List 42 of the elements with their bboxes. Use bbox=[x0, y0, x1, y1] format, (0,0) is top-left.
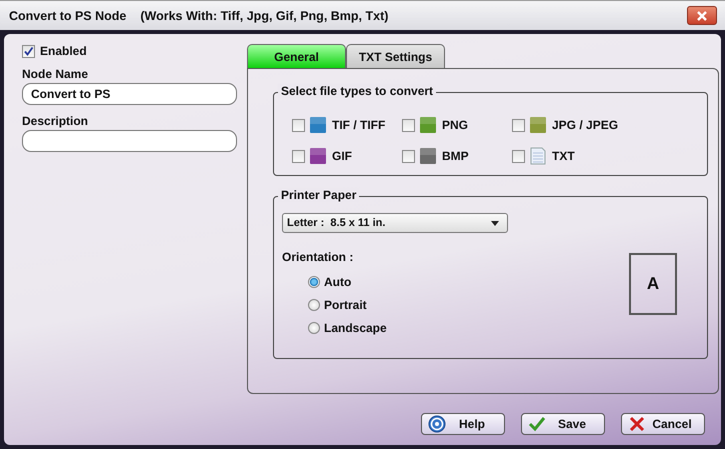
cancel-button[interactable]: Cancel bbox=[621, 413, 705, 435]
radio-button[interactable] bbox=[308, 322, 320, 334]
checkbox[interactable] bbox=[22, 44, 35, 58]
window-subtitle: (Works With: Tiff, Jpg, Gif, Png, Bmp, Txt) bbox=[140, 8, 388, 22]
checkbox[interactable] bbox=[512, 150, 525, 162]
tab[interactable]: General bbox=[247, 44, 346, 68]
checkmark-icon bbox=[528, 415, 546, 433]
page-preview: A bbox=[629, 253, 677, 315]
field-label: Description bbox=[22, 114, 90, 128]
radio-label: Landscape bbox=[324, 321, 387, 335]
save-button[interactable]: Save bbox=[521, 413, 605, 435]
checkbox-label: BMP bbox=[442, 149, 469, 163]
radio-label: Portrait bbox=[324, 298, 367, 312]
field-label: Node Name bbox=[22, 67, 90, 81]
checkbox-label: JPG / JPEG bbox=[552, 118, 618, 132]
group-title: Printer Paper bbox=[278, 188, 360, 202]
orientation-label: Orientation : bbox=[282, 250, 354, 264]
checkbox[interactable] bbox=[402, 150, 415, 162]
radio-button[interactable] bbox=[308, 299, 320, 311]
input-field[interactable] bbox=[22, 130, 237, 152]
close-button[interactable] bbox=[687, 6, 717, 25]
checkbox[interactable] bbox=[292, 118, 305, 132]
checkbox-label: TXT bbox=[552, 149, 575, 163]
caret-icon bbox=[491, 220, 499, 226]
checkbox-label: Enabled bbox=[40, 44, 87, 58]
help-button[interactable]: Help bbox=[421, 413, 505, 435]
checkbox[interactable] bbox=[292, 150, 305, 162]
group-title: Select file types to convert bbox=[278, 84, 436, 98]
checkbox-label: TIF / TIFF bbox=[332, 118, 386, 132]
window-title: Convert to PS Node bbox=[9, 8, 126, 22]
checkbox[interactable] bbox=[402, 118, 415, 132]
checkbox-label: PNG bbox=[442, 118, 468, 132]
radio-label: Auto bbox=[324, 275, 352, 289]
radio-button[interactable] bbox=[308, 276, 320, 288]
paper-dropdown[interactable]: Letter : 8.5 x 11 in. bbox=[282, 213, 508, 233]
cross-icon bbox=[628, 415, 646, 433]
checkbox[interactable] bbox=[512, 118, 525, 132]
tab[interactable]: TXT Settings bbox=[346, 44, 445, 68]
input-field[interactable]: Convert to PS bbox=[22, 83, 237, 105]
help-icon bbox=[428, 415, 446, 433]
checkbox-label: GIF bbox=[332, 149, 352, 163]
close-icon bbox=[696, 10, 708, 22]
